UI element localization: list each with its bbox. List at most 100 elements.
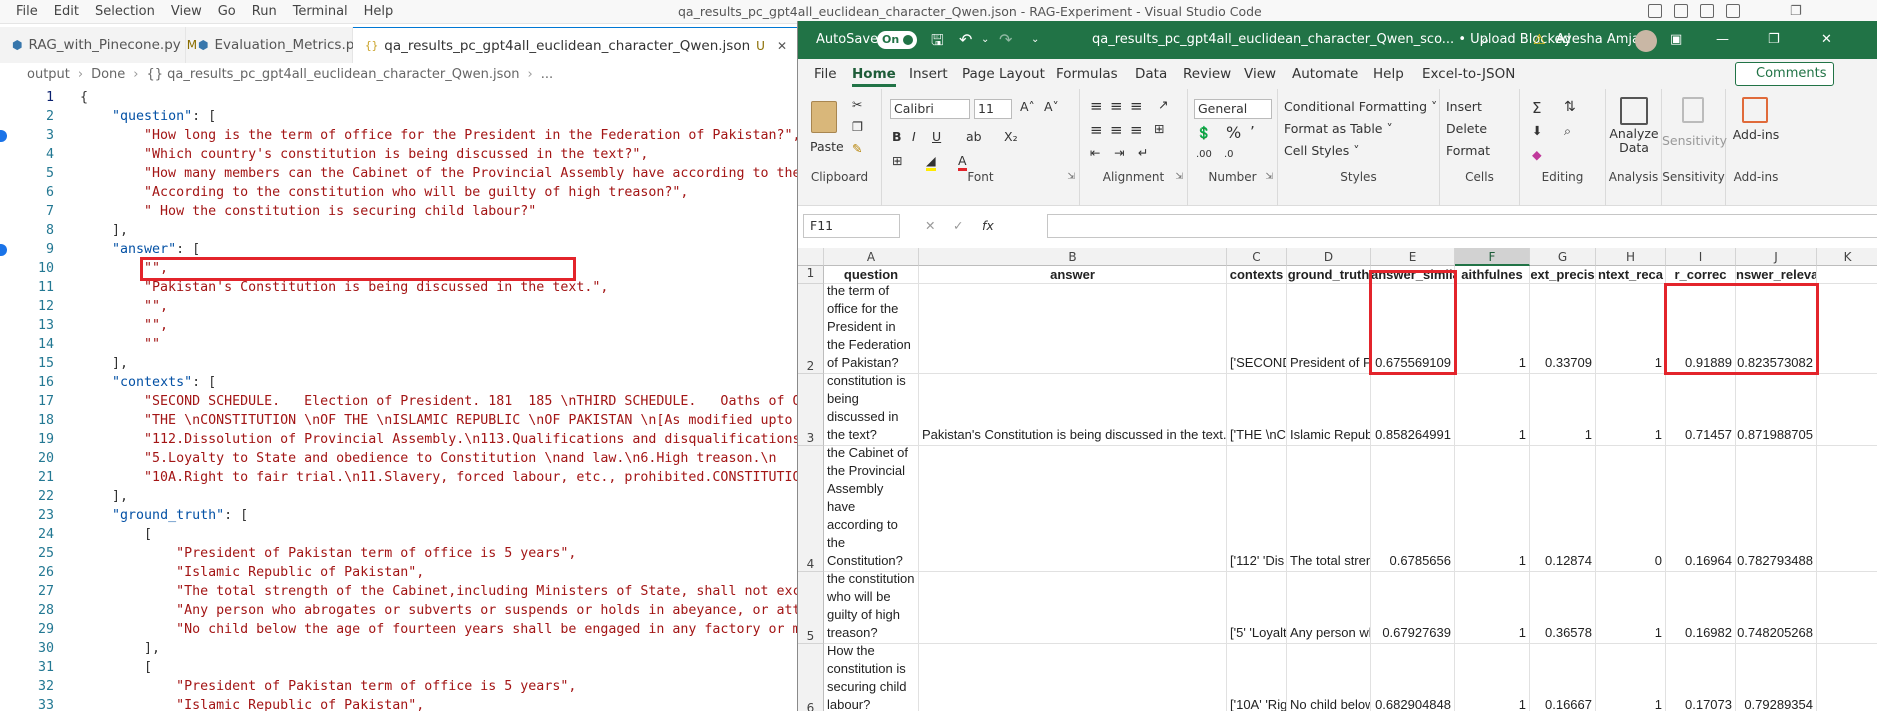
header-cell-answer-relevancy[interactable]: nswer_relevancy — [1736, 266, 1817, 284]
format-cells-button[interactable]: Format — [1446, 143, 1490, 158]
code-line[interactable]: 2 "question": [ — [0, 107, 800, 126]
code-line[interactable]: 14 "" — [0, 335, 800, 354]
code-line[interactable]: 32 "President of Pakistan term of office… — [0, 677, 800, 696]
cell-ground-truth[interactable]: Islamic Republ — [1287, 374, 1371, 446]
customize-layout-icon[interactable] — [1726, 4, 1740, 18]
cell-faithfulness[interactable]: 1 — [1455, 374, 1530, 446]
menu-go[interactable]: Go — [210, 0, 244, 24]
column-header-g[interactable]: G — [1530, 248, 1596, 266]
tab-file[interactable]: File — [814, 59, 837, 89]
paste-icon[interactable] — [811, 101, 837, 133]
cell-context-precision[interactable]: 0.36578 — [1530, 572, 1596, 644]
insert-function-icon[interactable]: fx — [982, 218, 994, 233]
cell-ground-truth[interactable]: No child below — [1287, 644, 1371, 711]
cell-answer-similarity[interactable]: 0.67927639 — [1371, 572, 1455, 644]
cell-question[interactable]: How the constitution is securing child l… — [824, 644, 919, 711]
breadcrumb-done[interactable]: Done — [91, 67, 125, 82]
undo-icon[interactable]: ↶ — [959, 21, 972, 59]
menu-view[interactable]: View — [163, 0, 210, 24]
cell-answer-relevancy[interactable]: 0.79289354 — [1736, 644, 1817, 711]
chevron-down-icon[interactable]: ⌄ — [981, 21, 989, 59]
header-cell-faithfulness[interactable]: aithfulnes — [1455, 266, 1530, 284]
font-color-icon[interactable]: A — [958, 153, 967, 171]
code-line[interactable]: 1{ — [0, 88, 800, 107]
code-line[interactable]: 30 ], — [0, 639, 800, 658]
code-line[interactable]: 31 [ — [0, 658, 800, 677]
tab-formulas[interactable]: Formulas — [1056, 59, 1118, 89]
tab-insert[interactable]: Insert — [909, 59, 948, 89]
cell-context-precision[interactable]: 1 — [1530, 374, 1596, 446]
cell-contexts[interactable]: ['5' 'Loyalt — [1227, 572, 1287, 644]
empty-cell[interactable] — [1817, 266, 1877, 284]
code-line[interactable]: 4 "Which country's constitution is being… — [0, 145, 800, 164]
cell-answer-correctness[interactable]: 0.71457 — [1666, 374, 1736, 446]
code-line[interactable]: 19 "112.Dissolution of Provincial Assemb… — [0, 430, 800, 449]
code-line[interactable]: 5 "How many members can the Cabinet of t… — [0, 164, 800, 183]
align-top-icon[interactable]: ≡ — [1090, 97, 1103, 115]
row-header[interactable]: 5 — [798, 572, 824, 644]
cell-faithfulness[interactable]: 1 — [1455, 284, 1530, 374]
header-cell-context-precision[interactable]: ext_precis — [1530, 266, 1596, 284]
cell-ground-truth[interactable]: President of P — [1287, 284, 1371, 374]
header-cell-context-recall[interactable]: ntext_reca — [1596, 266, 1666, 284]
format-as-table-button[interactable]: Format as Table ˅ — [1284, 121, 1393, 136]
cell-contexts[interactable]: ['10A' 'Rig — [1227, 644, 1287, 711]
menu-run[interactable]: Run — [244, 0, 285, 24]
spreadsheet-grid[interactable]: A B C D E F G H I J K 1 question answer contexts ground… — [798, 248, 1877, 711]
cell-ground-truth[interactable]: The total stren — [1287, 446, 1371, 572]
italic-button[interactable]: I — [912, 129, 916, 144]
search-icon[interactable]: ⌕ — [1481, 21, 1489, 59]
bold-button[interactable]: B — [892, 129, 902, 144]
header-cell-contexts[interactable]: contexts — [1227, 266, 1287, 284]
tab-excel-to-json[interactable]: Excel-to-JSON — [1422, 59, 1515, 89]
format-painter-icon[interactable]: ✎ — [852, 141, 862, 156]
empty-cell[interactable] — [1817, 374, 1877, 446]
dialog-launcher-icon[interactable]: ⇲ — [1175, 172, 1183, 182]
cell-answer-correctness[interactable]: 0.16964 — [1666, 446, 1736, 572]
cell-context-recall[interactable]: 1 — [1596, 284, 1666, 374]
increase-decimal-icon[interactable]: .00 — [1196, 149, 1212, 160]
toggle-secondary-sidebar-icon[interactable] — [1700, 4, 1714, 18]
menu-terminal[interactable]: Terminal — [285, 0, 356, 24]
cell-answer-correctness[interactable]: 0.17073 — [1666, 644, 1736, 711]
comments-button[interactable]: Comments — [1735, 62, 1834, 86]
decrease-indent-icon[interactable]: ⇤ — [1090, 145, 1100, 160]
align-bottom-icon[interactable]: ≡ — [1130, 97, 1143, 115]
paste-button[interactable]: Paste — [810, 139, 844, 154]
code-line[interactable]: 21 "10A.Right to fair trial.\n11.Slavery… — [0, 468, 800, 487]
avatar[interactable] — [1635, 30, 1657, 52]
cell-answer[interactable] — [919, 644, 1227, 711]
row-header[interactable]: 2 — [798, 284, 824, 374]
code-line[interactable]: 22 ], — [0, 487, 800, 506]
workbook-title[interactable]: qa_results_pc_gpt4all_euclidean_characte… — [1092, 21, 1571, 59]
sensitivity-button[interactable]: Sensitivity — [1662, 133, 1727, 148]
code-line[interactable]: 3 "How long is the term of office for th… — [0, 126, 800, 145]
analyze-data-icon[interactable] — [1620, 97, 1648, 125]
code-line[interactable]: 24 [ — [0, 525, 800, 544]
cell-answer[interactable] — [919, 446, 1227, 572]
font-size-select[interactable]: 11 — [974, 99, 1012, 119]
ribbon-display-icon[interactable]: ▣ — [1670, 21, 1682, 59]
menu-selection[interactable]: Selection — [87, 0, 163, 24]
subscript-icon[interactable]: X₂ — [1004, 129, 1018, 144]
cell-context-recall[interactable]: 1 — [1596, 572, 1666, 644]
empty-cell[interactable] — [1817, 644, 1877, 711]
code-line[interactable]: 23 "ground_truth": [ — [0, 506, 800, 525]
find-select-icon[interactable]: ⌕ — [1564, 123, 1571, 139]
addins-button[interactable]: Add-ins — [1726, 127, 1786, 142]
cell-faithfulness[interactable]: 1 — [1455, 644, 1530, 711]
code-line[interactable]: 28 "Any person who abrogates or subverts… — [0, 601, 800, 620]
cell-context-precision[interactable]: 0.12874 — [1530, 446, 1596, 572]
cell-answer-relevancy[interactable]: 0.871988705 — [1736, 374, 1817, 446]
column-header-a[interactable]: A — [824, 248, 919, 266]
tab-automate[interactable]: Automate — [1292, 59, 1358, 89]
column-header-d[interactable]: D — [1287, 248, 1371, 266]
cell-answer-relevancy[interactable]: 0.748205268 — [1736, 572, 1817, 644]
merge-center-icon[interactable]: ⊞ — [1154, 121, 1164, 136]
empty-cell[interactable] — [1817, 446, 1877, 572]
tab-data[interactable]: Data — [1135, 59, 1167, 89]
align-middle-icon[interactable]: ≡ — [1110, 97, 1123, 115]
number-format-select[interactable]: General — [1194, 99, 1272, 119]
code-line[interactable]: 8 ], — [0, 221, 800, 240]
cut-icon[interactable]: ✂ — [852, 97, 862, 112]
